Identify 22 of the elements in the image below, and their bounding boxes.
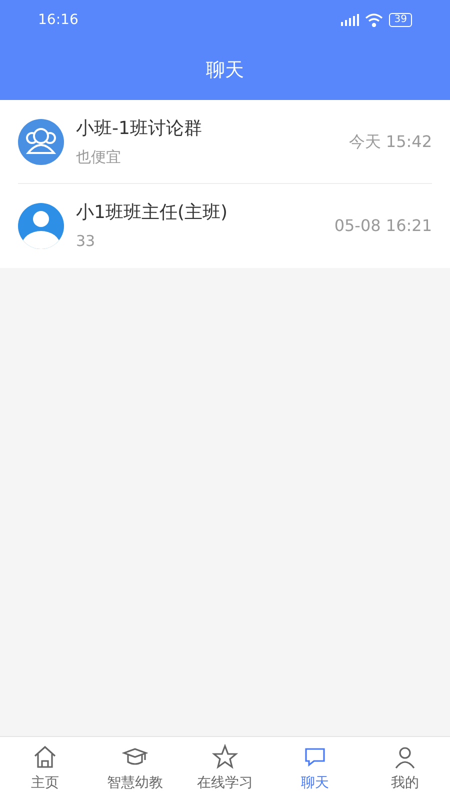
- status-time: 16:16: [38, 10, 78, 30]
- page-title: 聊天: [206, 58, 244, 83]
- home-icon: [32, 744, 58, 770]
- star-icon: [212, 744, 238, 770]
- tab-bar-item[interactable]: 在线学习: [180, 737, 270, 800]
- chat-name: 小班-1班讨论群: [76, 118, 203, 140]
- message-time: 05-08 16:21: [334, 215, 432, 237]
- chat-name: 小1班班主任(主班): [76, 202, 228, 224]
- tab-bar-item[interactable]: 主页: [0, 737, 90, 800]
- tab-bar-item[interactable]: 聊天: [270, 737, 360, 800]
- message-preview: 33: [76, 232, 96, 250]
- person-avatar-icon: [18, 203, 64, 249]
- message-preview: 也便宜: [76, 148, 122, 166]
- message-time: 今天 15:42: [348, 130, 432, 152]
- wifi-icon: [365, 13, 384, 27]
- signal-icon: [341, 14, 360, 26]
- tab-bar-item[interactable]: 智慧幼教: [90, 737, 180, 800]
- chat-row[interactable]: 小班-1班讨论群 也便宜 今天 15:42: [18, 100, 432, 184]
- group-avatar-icon: [18, 118, 64, 164]
- tab-bar-item[interactable]: 我的: [360, 737, 450, 800]
- battery-indicator: 39: [389, 13, 412, 27]
- chat-row[interactable]: 小1班班主任(主班) 33 05-08 16:21: [18, 184, 432, 268]
